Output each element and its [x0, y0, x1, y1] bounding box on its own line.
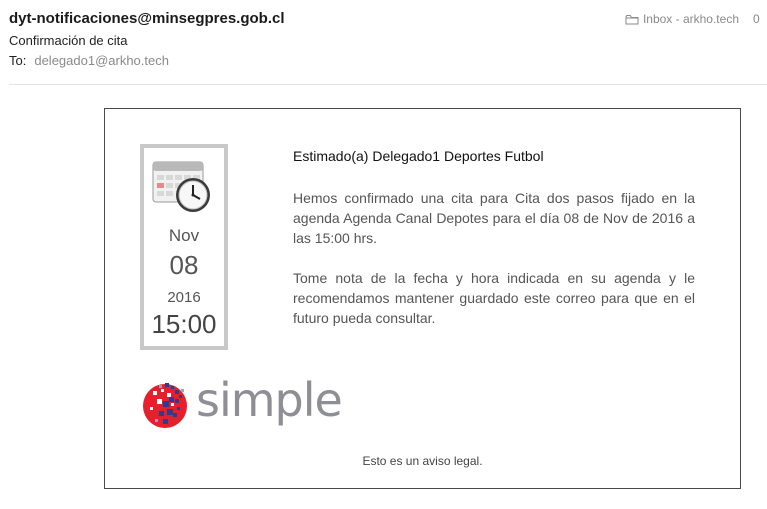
appointment-calendar: Nov 08 2016 15:00	[140, 144, 228, 350]
email-subject: Confirmación de cita	[9, 33, 128, 48]
email-body-card: Nov 08 2016 15:00 Estimado(a) Delegado1 …	[104, 108, 741, 489]
calendar-month: Nov	[168, 226, 200, 245]
reminder-paragraph: Tome nota de la fecha y hora indicada en…	[293, 270, 695, 326]
sender-address[interactable]: dyt-notificaciones@minsegpres.gob.cl	[9, 10, 285, 27]
message-count: 0	[753, 12, 760, 26]
calendar-year: 2016	[167, 289, 201, 306]
greeting: Estimado(a) Delegado1 Deportes Futbol	[293, 148, 544, 164]
legal-notice: Esto es un aviso legal.	[362, 454, 483, 468]
calendar-time: 15:00	[151, 309, 217, 339]
calendar-clock-icon	[152, 160, 214, 214]
to-label: To:	[9, 53, 27, 68]
mailbox-label: Inbox - arkho.tech	[642, 12, 739, 26]
simple-logo: simple	[141, 373, 343, 433]
mailbox-location[interactable]: Inbox - arkho.tech	[625, 12, 739, 26]
recipient-address[interactable]: delegado1@arkho.tech	[34, 53, 169, 68]
simple-logo-mark	[141, 381, 189, 429]
confirmation-paragraph: Hemos confirmado una cita para Cita dos …	[293, 190, 695, 246]
recipient-row: To: delegado1@arkho.tech	[9, 53, 169, 68]
simple-logo-wordmark: simple	[196, 373, 343, 427]
calendar-day: 08	[169, 250, 199, 280]
header-divider	[9, 84, 767, 85]
folder-icon	[625, 14, 639, 25]
